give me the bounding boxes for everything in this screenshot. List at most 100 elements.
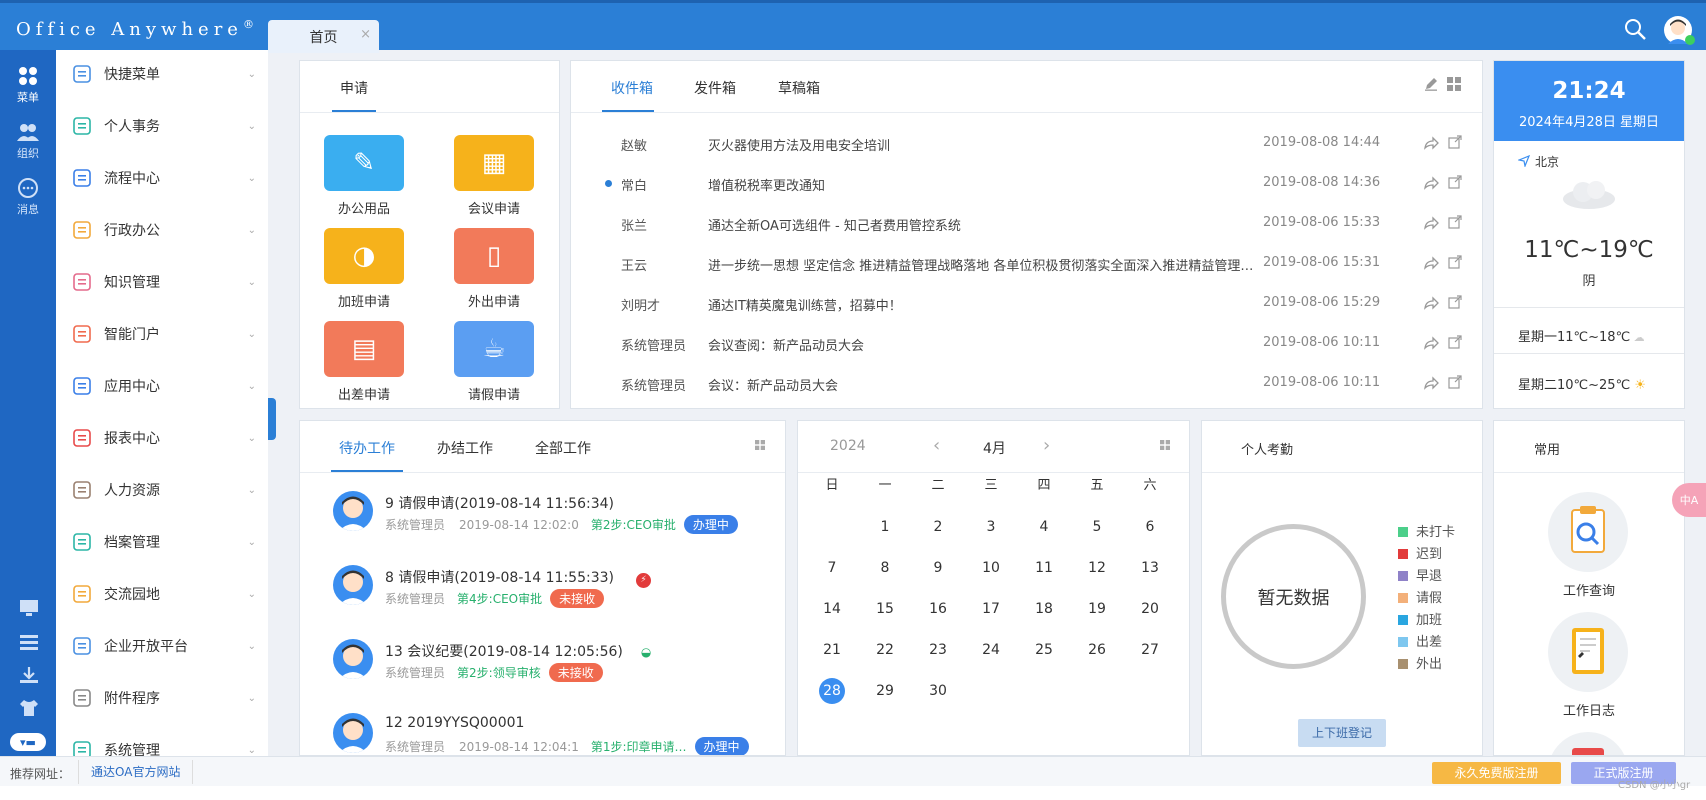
todo-item[interactable]: 12 2019YYSQ00001 系统管理员 2019-08-14 12:04:1 第… bbox=[300, 713, 785, 755]
clock-in-button[interactable]: 上下班登记 bbox=[1298, 719, 1386, 747]
menu-item[interactable]: 附件程序 ⌄ bbox=[56, 674, 268, 722]
mail-row[interactable]: 王云 进一步统一思想 坚定信念 推进精益管理战略落地 各单位积极贯彻落实全面深入推… bbox=[571, 243, 1489, 283]
forward-icon[interactable] bbox=[1423, 375, 1439, 391]
calendar-day[interactable]: 11 bbox=[1028, 556, 1060, 580]
work-query-icon[interactable] bbox=[1548, 492, 1628, 572]
rail-item-org[interactable]: 组织 bbox=[0, 122, 56, 161]
apply-label[interactable]: 出差申请 bbox=[304, 384, 424, 403]
menu-item[interactable]: 智能门户 ⌄ bbox=[56, 310, 268, 358]
calendar-day[interactable]: 23 bbox=[922, 638, 954, 662]
calendar-day[interactable]: 27 bbox=[1134, 638, 1166, 662]
todo-title[interactable]: 8 请假申请(2019-08-14 11:55:33) ⚡ bbox=[385, 567, 651, 588]
open-external-icon[interactable] bbox=[1448, 175, 1462, 189]
calendar-day[interactable]: 18 bbox=[1028, 597, 1060, 621]
calendar-day[interactable]: 8 bbox=[869, 556, 901, 580]
menu-item[interactable]: 流程中心 ⌄ bbox=[56, 154, 268, 202]
menu-collapse-handle[interactable] bbox=[268, 398, 276, 440]
layout-grid-icon[interactable] bbox=[1447, 77, 1461, 91]
apply-label[interactable]: 办公用品 bbox=[304, 198, 424, 217]
apply-label[interactable]: 外出申请 bbox=[434, 291, 554, 310]
rail-item-message[interactable]: 消息 bbox=[0, 178, 56, 217]
layout-grid-icon[interactable] bbox=[1160, 440, 1170, 450]
download-icon[interactable] bbox=[18, 665, 40, 685]
tab-drafts[interactable]: 草稿箱 bbox=[778, 78, 820, 98]
apply-label[interactable]: 加班申请 bbox=[304, 291, 424, 310]
rail-item-menu[interactable]: 菜单 bbox=[0, 66, 56, 105]
calendar-day[interactable]: 17 bbox=[975, 597, 1007, 621]
calendar-day[interactable]: 12 bbox=[1081, 556, 1113, 580]
calendar-day[interactable]: 4 bbox=[1028, 515, 1060, 539]
mail-subject[interactable]: 通达IT精英魔鬼训练营，招募中！ bbox=[708, 295, 1258, 314]
tab-inbox[interactable]: 收件箱 bbox=[611, 78, 653, 98]
menu-item[interactable]: 个人事务 ⌄ bbox=[56, 102, 268, 150]
user-avatar[interactable] bbox=[1664, 16, 1695, 45]
open-external-icon[interactable] bbox=[1448, 335, 1462, 349]
calendar-day[interactable]: 10 bbox=[975, 556, 1007, 580]
list-icon[interactable] bbox=[18, 632, 40, 652]
menu-item[interactable]: 档案管理 ⌄ bbox=[56, 518, 268, 566]
edit-icon[interactable] bbox=[1424, 77, 1438, 91]
mail-row[interactable]: 赵敏 灭火器使用方法及用电安全培训 2019-08-08 14:44 bbox=[571, 123, 1489, 163]
apply-icon[interactable]: ◑ bbox=[324, 228, 404, 284]
calendar-day[interactable]: 20 bbox=[1134, 597, 1166, 621]
calendar-day[interactable]: 30 bbox=[922, 679, 954, 703]
forward-icon[interactable] bbox=[1423, 175, 1439, 191]
mail-row[interactable]: 系统管理员 会议：新产品动员大会 2019-08-06 10:11 bbox=[571, 363, 1489, 403]
next-month-icon[interactable]: › bbox=[1043, 435, 1050, 456]
work-log-icon[interactable] bbox=[1548, 612, 1628, 692]
apply-icon[interactable]: ▦ bbox=[454, 135, 534, 191]
menu-item[interactable]: 知识管理 ⌄ bbox=[56, 258, 268, 306]
free-register-button[interactable]: 永久免费版注册 bbox=[1432, 762, 1561, 784]
shirt-icon[interactable] bbox=[18, 698, 40, 718]
open-external-icon[interactable] bbox=[1448, 255, 1462, 269]
calendar-day[interactable]: 14 bbox=[816, 597, 848, 621]
apply-icon[interactable]: ✎ bbox=[324, 135, 404, 191]
tab-all-work[interactable]: 全部工作 bbox=[535, 438, 591, 458]
calendar-day[interactable]: 22 bbox=[869, 638, 901, 662]
official-site-link[interactable]: 通达OA官方网站 bbox=[78, 760, 194, 784]
tab-home[interactable]: 首页 × bbox=[268, 20, 379, 53]
calendar-day[interactable]: 5 bbox=[1081, 515, 1113, 539]
calendar-day[interactable]: 9 bbox=[922, 556, 954, 580]
todo-item[interactable]: 13 会议纪要(2019-08-14 12:05:56) ◒ 系统管理员 第2步:领导… bbox=[300, 639, 785, 713]
mail-subject[interactable]: 增值税税率更改通知 bbox=[708, 175, 1258, 194]
calendar-day[interactable]: 21 bbox=[816, 638, 848, 662]
menu-item[interactable]: 报表中心 ⌄ bbox=[56, 414, 268, 462]
translate-button[interactable]: 中A bbox=[1672, 483, 1706, 517]
todo-item[interactable]: 8 请假申请(2019-08-14 11:55:33) ⚡ 系统管理员 第4步:CEO… bbox=[300, 565, 785, 639]
prev-month-icon[interactable]: ‹ bbox=[933, 435, 940, 456]
apply-icon[interactable]: ▯ bbox=[454, 228, 534, 284]
apply-label[interactable]: 请假申请 bbox=[434, 384, 554, 403]
search-icon[interactable] bbox=[1623, 17, 1647, 41]
open-external-icon[interactable] bbox=[1448, 135, 1462, 149]
mail-row[interactable]: 系统管理员 会议查阅：新产品动员大会 2019-08-06 10:11 bbox=[571, 323, 1489, 363]
open-external-icon[interactable] bbox=[1448, 215, 1462, 229]
menu-item[interactable]: 快捷菜单 ⌄ bbox=[56, 50, 268, 98]
layout-grid-icon[interactable] bbox=[755, 440, 765, 450]
work-query-label[interactable]: 工作查询 bbox=[1494, 580, 1684, 599]
mail-subject[interactable]: 会议：新产品动员大会 bbox=[708, 375, 1258, 394]
tab-done-work[interactable]: 办结工作 bbox=[437, 438, 493, 458]
open-external-icon[interactable] bbox=[1448, 295, 1462, 309]
calendar-day[interactable]: 26 bbox=[1081, 638, 1113, 662]
mail-row[interactable]: 常白 增值税税率更改通知 2019-08-08 14:36 bbox=[571, 163, 1489, 203]
mail-row[interactable]: 刘明才 通达IT精英魔鬼训练营，招募中！ 2019-08-06 15:29 bbox=[571, 283, 1489, 323]
calendar-day[interactable]: 29 bbox=[869, 679, 901, 703]
menu-item[interactable]: 人力资源 ⌄ bbox=[56, 466, 268, 514]
forward-icon[interactable] bbox=[1423, 135, 1439, 151]
calendar-day[interactable]: 19 bbox=[1081, 597, 1113, 621]
mail-subject[interactable]: 灭火器使用方法及用电安全培训 bbox=[708, 135, 1258, 154]
calendar-day[interactable]: 25 bbox=[1028, 638, 1060, 662]
tab-sent[interactable]: 发件箱 bbox=[694, 78, 736, 98]
todo-title[interactable]: 12 2019YYSQ00001 bbox=[385, 715, 524, 731]
monitor-icon[interactable] bbox=[18, 598, 40, 618]
mail-subject[interactable]: 会议查阅：新产品动员大会 bbox=[708, 335, 1258, 354]
calendar-day[interactable]: 1 bbox=[869, 515, 901, 539]
todo-item[interactable]: 9 请假申请(2019-08-14 11:56:34) 系统管理员 2019-08-… bbox=[300, 491, 785, 565]
mail-row[interactable]: 张兰 通达全新OA可选组件 - 知己者费用管控系统 2019-08-06 15:33 bbox=[571, 203, 1489, 243]
calendar-day[interactable]: 16 bbox=[922, 597, 954, 621]
calendar-shortcut-icon[interactable] bbox=[1548, 732, 1628, 755]
calendar-day[interactable]: 15 bbox=[869, 597, 901, 621]
collapse-pill[interactable]: ▾▬ bbox=[10, 733, 46, 751]
calendar-day[interactable]: 24 bbox=[975, 638, 1007, 662]
